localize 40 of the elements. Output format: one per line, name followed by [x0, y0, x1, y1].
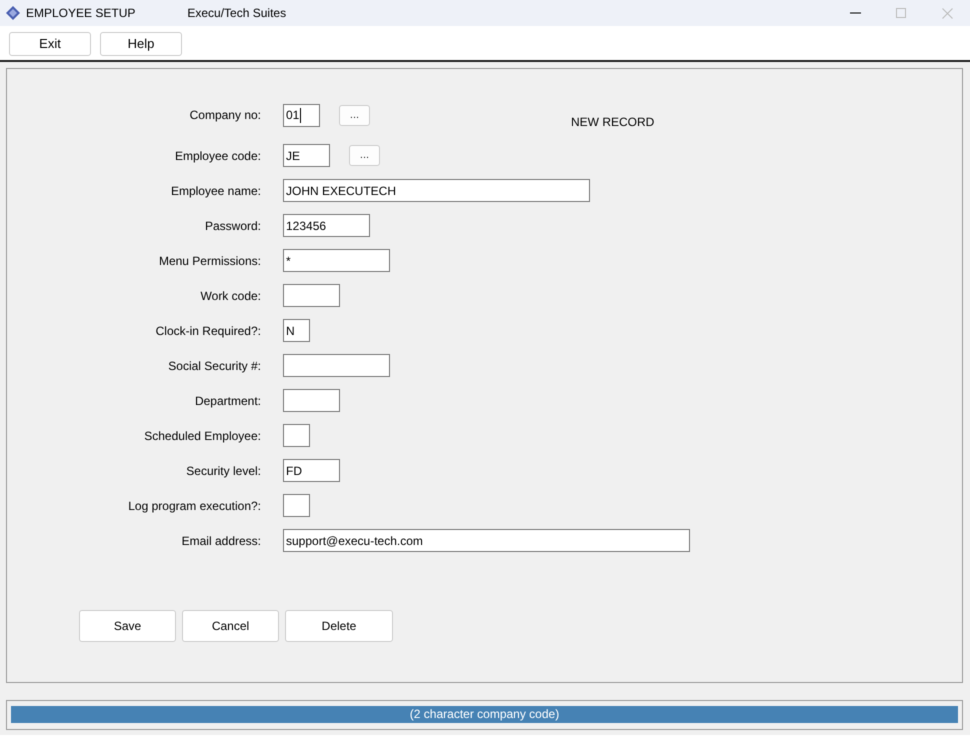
input-field[interactable]: N	[283, 319, 310, 342]
record-status: NEW RECORD	[571, 114, 654, 131]
field-label: Social Security #:	[167, 358, 261, 374]
input-field[interactable]: 123456	[283, 214, 370, 237]
field-label: Department:	[194, 392, 261, 410]
input-field[interactable]	[283, 424, 310, 447]
app-icon	[6, 6, 20, 20]
toolbar-button[interactable]: Exit	[9, 32, 91, 56]
input-field[interactable]	[283, 494, 310, 517]
input-field[interactable]: FD	[283, 459, 340, 482]
window-subtitle: Execu/Tech Suites	[187, 5, 286, 22]
lookup-button[interactable]: ...	[349, 145, 380, 166]
window-title: EMPLOYEE SETUP	[26, 5, 136, 22]
action-button[interactable]: Cancel	[182, 610, 279, 642]
field-label: Security level:	[185, 462, 261, 480]
input-field[interactable]: 01	[283, 104, 320, 126]
field-label: Company no:	[188, 107, 261, 124]
field-label: Password:	[204, 218, 261, 234]
input-field[interactable]	[283, 389, 340, 412]
action-button[interactable]: Save	[79, 610, 176, 642]
maximize-icon	[896, 8, 906, 18]
action-button[interactable]: Delete	[285, 610, 393, 642]
minimize-icon[interactable]	[850, 12, 860, 14]
input-field[interactable]	[283, 354, 390, 377]
status-message: (2 character company code)	[11, 706, 958, 723]
lookup-button[interactable]: ...	[339, 104, 370, 126]
field-label: Scheduled Employee:	[143, 428, 261, 444]
field-label: Employee code:	[174, 148, 261, 164]
field-label: Clock-in Required?:	[154, 322, 261, 340]
input-field[interactable]: JOHN EXECUTECH	[283, 179, 590, 202]
input-field[interactable]: *	[283, 249, 390, 272]
input-field[interactable]	[283, 284, 340, 307]
toolbar-button[interactable]: Help	[100, 32, 182, 56]
field-label: Email address:	[180, 532, 261, 550]
field-label: Employee name:	[170, 182, 261, 200]
field-label: Work code:	[200, 288, 261, 304]
field-label: Menu Permissions:	[158, 252, 261, 270]
field-label: Log program execution?:	[127, 498, 261, 514]
input-field[interactable]: JE	[283, 144, 330, 167]
input-field[interactable]: support@execu-tech.com	[283, 529, 690, 552]
